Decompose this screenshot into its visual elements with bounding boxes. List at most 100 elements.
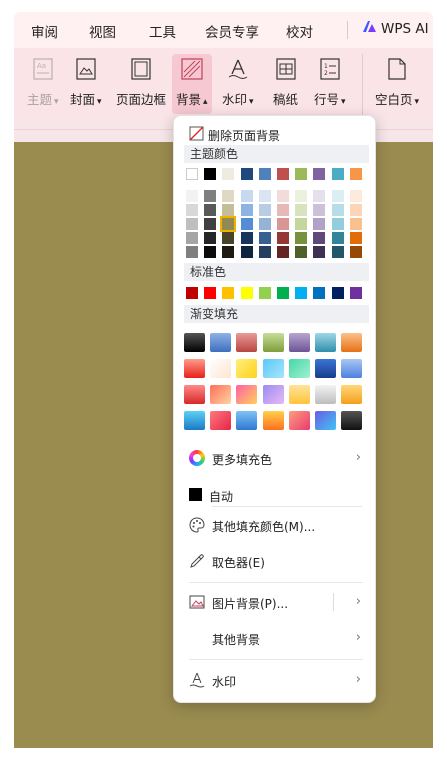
gradient-fill-swatch[interactable] xyxy=(288,385,310,404)
gradient-fill-swatch[interactable] xyxy=(315,359,336,378)
theme-button[interactable]: Aa 主题 ▾ xyxy=(27,56,59,108)
theme-color-swatch[interactable] xyxy=(240,168,253,180)
theme-color-swatch[interactable] xyxy=(277,168,289,180)
gradient-fill-swatch[interactable] xyxy=(210,333,232,352)
theme-color-swatch[interactable] xyxy=(204,168,217,180)
theme-shade-swatch[interactable] xyxy=(204,218,217,230)
theme-shade-swatch[interactable] xyxy=(222,190,235,202)
theme-color-swatch[interactable] xyxy=(313,168,326,180)
theme-shade-swatch[interactable] xyxy=(313,190,326,202)
theme-shade-swatch[interactable] xyxy=(186,232,198,244)
other-fill-color-item[interactable]: 其他填充颜色(M)... xyxy=(174,511,377,539)
tab-review[interactable]: 审阅 xyxy=(31,21,58,41)
blank-page-button[interactable]: 空白页 ▾ xyxy=(375,56,419,108)
theme-shade-swatch[interactable] xyxy=(204,246,217,258)
standard-color-swatch[interactable] xyxy=(277,287,289,299)
theme-shade-swatch[interactable] xyxy=(240,190,253,202)
gradient-fill-swatch[interactable] xyxy=(210,385,232,404)
theme-shade-swatch[interactable] xyxy=(331,204,344,216)
theme-shade-swatch[interactable] xyxy=(204,190,217,202)
tab-proofread[interactable]: 校对 xyxy=(286,21,313,41)
theme-shade-swatch[interactable] xyxy=(295,232,308,244)
theme-shade-swatch[interactable] xyxy=(313,246,326,258)
chevron-right-icon[interactable]: › xyxy=(356,594,361,609)
gradient-fill-swatch[interactable] xyxy=(210,359,232,378)
theme-shade-swatch[interactable] xyxy=(295,246,308,258)
gradient-fill-swatch[interactable] xyxy=(341,385,363,404)
theme-color-swatch[interactable] xyxy=(222,168,235,180)
gradient-fill-swatch[interactable] xyxy=(315,411,336,430)
other-background-item[interactable]: 其他背景 › xyxy=(174,624,377,652)
theme-shade-swatch[interactable] xyxy=(258,218,271,230)
theme-shade-swatch[interactable] xyxy=(331,246,344,258)
theme-shade-swatch[interactable] xyxy=(240,218,253,230)
tab-view[interactable]: 视图 xyxy=(89,21,116,41)
theme-shade-swatch[interactable] xyxy=(349,204,362,216)
standard-color-swatch[interactable] xyxy=(258,287,271,299)
theme-shade-swatch[interactable] xyxy=(313,218,326,230)
picture-background-item[interactable]: 图片背景(P)... › xyxy=(174,588,377,616)
gradient-fill-swatch[interactable] xyxy=(236,333,258,352)
theme-shade-swatch[interactable] xyxy=(240,232,253,244)
standard-color-swatch[interactable] xyxy=(222,287,235,299)
theme-shade-swatch[interactable] xyxy=(186,204,198,216)
gradient-fill-swatch[interactable] xyxy=(341,333,363,352)
gradient-fill-swatch[interactable] xyxy=(184,411,205,430)
theme-shade-swatch[interactable] xyxy=(313,204,326,216)
more-fill-colors-item[interactable]: 更多填充色 › xyxy=(174,444,377,472)
standard-color-swatch[interactable] xyxy=(295,287,308,299)
gradient-fill-swatch[interactable] xyxy=(315,385,336,404)
theme-shade-swatch[interactable] xyxy=(295,218,308,230)
gradient-fill-swatch[interactable] xyxy=(210,411,232,430)
theme-shade-swatch[interactable] xyxy=(349,246,362,258)
tab-membership[interactable]: 会员专享 xyxy=(205,21,259,41)
gradient-fill-swatch[interactable] xyxy=(288,359,310,378)
theme-shade-swatch[interactable] xyxy=(258,246,271,258)
standard-color-swatch[interactable] xyxy=(349,287,362,299)
theme-color-swatch[interactable] xyxy=(349,168,362,180)
theme-shade-swatch[interactable] xyxy=(295,190,308,202)
theme-shade-swatch[interactable] xyxy=(186,218,198,230)
theme-shade-swatch[interactable] xyxy=(258,190,271,202)
theme-shade-swatch[interactable] xyxy=(222,232,235,244)
theme-shade-swatch[interactable] xyxy=(186,246,198,258)
theme-shade-swatch[interactable] xyxy=(331,218,344,230)
theme-shade-swatch[interactable] xyxy=(222,204,235,216)
delete-page-background-item[interactable]: 删除页面背景 xyxy=(174,120,377,148)
theme-shade-swatch[interactable] xyxy=(222,246,235,258)
automatic-color-item[interactable]: 自动 xyxy=(174,481,377,509)
background-button[interactable]: 背景 ▴ xyxy=(172,54,212,114)
gradient-fill-swatch[interactable] xyxy=(315,333,336,352)
eyedropper-item[interactable]: 取色器(E) xyxy=(174,547,377,575)
theme-shade-swatch[interactable] xyxy=(277,218,289,230)
standard-color-swatch[interactable] xyxy=(186,287,198,299)
gradient-fill-swatch[interactable] xyxy=(262,411,284,430)
theme-shade-swatch[interactable] xyxy=(349,218,362,230)
theme-shade-swatch[interactable] xyxy=(240,246,253,258)
theme-shade-swatch[interactable] xyxy=(277,232,289,244)
theme-color-swatch[interactable] xyxy=(331,168,344,180)
theme-shade-swatch[interactable] xyxy=(277,246,289,258)
selected-theme-color-swatch[interactable] xyxy=(220,216,237,232)
gradient-fill-swatch[interactable] xyxy=(236,385,258,404)
theme-shade-swatch[interactable] xyxy=(349,190,362,202)
theme-shade-swatch[interactable] xyxy=(258,204,271,216)
theme-color-swatch[interactable] xyxy=(186,168,198,180)
theme-color-swatch[interactable] xyxy=(295,168,308,180)
cover-button[interactable]: 封面 ▾ xyxy=(70,56,102,108)
gradient-fill-swatch[interactable] xyxy=(184,333,205,352)
theme-shade-swatch[interactable] xyxy=(204,204,217,216)
theme-shade-swatch[interactable] xyxy=(349,232,362,244)
theme-shade-swatch[interactable] xyxy=(277,204,289,216)
gradient-fill-swatch[interactable] xyxy=(288,333,310,352)
gradient-fill-swatch[interactable] xyxy=(184,385,205,404)
gradient-fill-swatch[interactable] xyxy=(288,411,310,430)
watermark-menu-item[interactable]: 水印 › xyxy=(174,666,377,694)
standard-color-swatch[interactable] xyxy=(240,287,253,299)
theme-shade-swatch[interactable] xyxy=(331,232,344,244)
theme-shade-swatch[interactable] xyxy=(295,204,308,216)
gradient-fill-swatch[interactable] xyxy=(262,359,284,378)
tab-wps-ai[interactable]: WPS AI xyxy=(362,20,429,37)
gradient-fill-swatch[interactable] xyxy=(262,385,284,404)
gradient-fill-swatch[interactable] xyxy=(236,411,258,430)
